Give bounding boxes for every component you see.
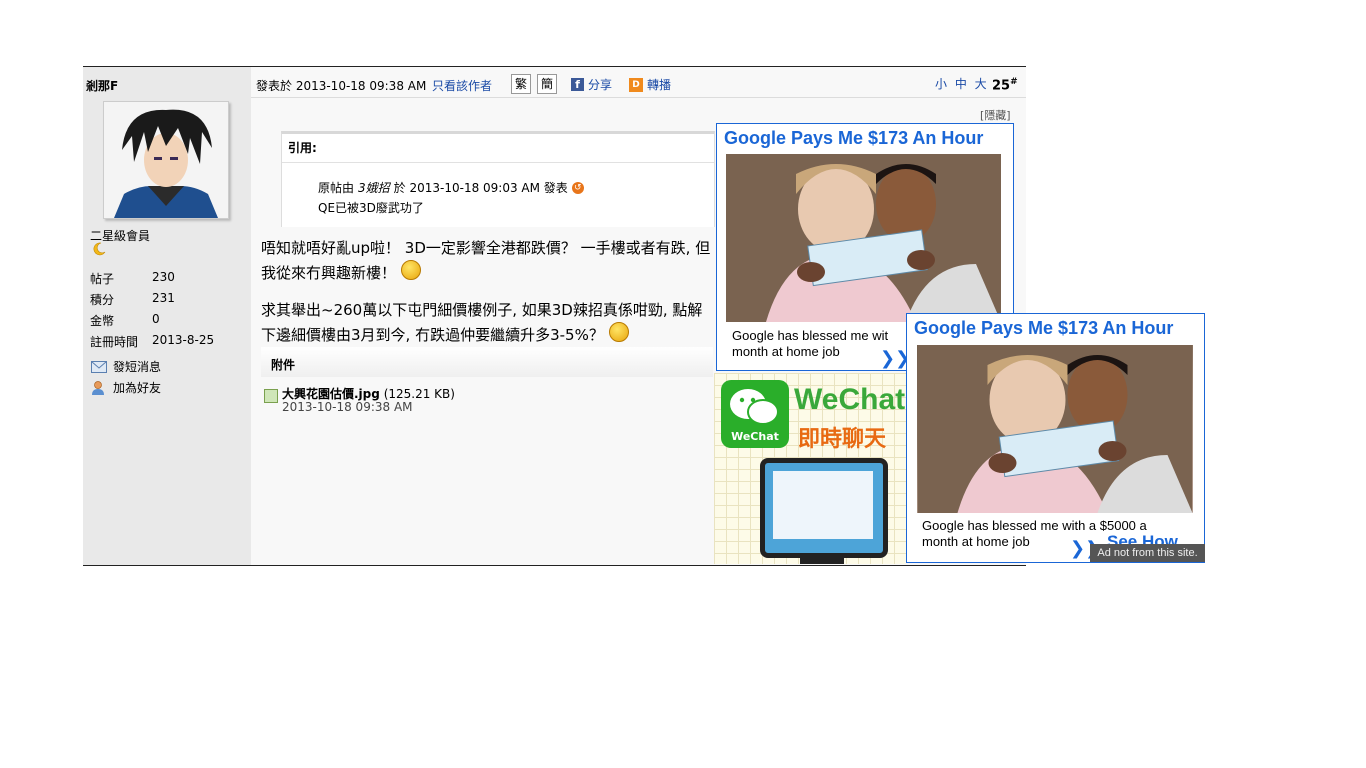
avatar[interactable] — [103, 101, 229, 219]
quote-origin: 原帖由 3娥招 於 2013-10-18 09:03 AM 發表 ↺ — [318, 179, 584, 196]
grin-emoji-icon — [608, 322, 629, 342]
post-info-bar: 發表於 2013-10-18 09:38 AM 只看該作者 繁 簡 f 分享 D… — [251, 67, 1026, 98]
google-ad-2[interactable]: Google Pays Me $173 An Hour Google has b… — [906, 313, 1205, 563]
monitor-screen — [773, 471, 873, 539]
facebook-icon: f — [571, 78, 584, 91]
add-friend-link[interactable]: 加為好友 — [91, 379, 161, 396]
paragraph-text: 求其舉出~260萬以下屯門細價樓例子, 如果3D辣招真係咁勁, 點解下邊細價樓由… — [261, 301, 703, 344]
floor-value: 25 — [992, 78, 1011, 94]
author-stats: 帖子 230 積分 231 金幣 0 註冊時間 2013-8-25 — [90, 270, 214, 354]
ad-photo[interactable] — [726, 154, 1001, 322]
stat-value: 2013-8-25 — [152, 333, 215, 347]
goto-post-icon[interactable]: ↺ — [571, 181, 584, 194]
monitor-icon — [760, 458, 888, 558]
wechat-ad[interactable]: WeChat WeChat 即時聊天 — [714, 373, 906, 564]
attachment-time: 2013-10-18 09:38 AM — [282, 400, 413, 414]
stat-row: 金幣 0 — [90, 312, 214, 333]
stat-value: 230 — [152, 270, 175, 284]
floor-mark: # — [1010, 77, 1018, 87]
quote-block: 引用: 原帖由 3娥招 於 2013-10-18 09:03 AM 發表 ↺ Q… — [281, 131, 715, 227]
traditional-button[interactable]: 繁 — [511, 74, 531, 94]
quote-origin-prefix: 原帖由 — [318, 181, 355, 195]
stat-row: 註冊時間 2013-8-25 — [90, 333, 214, 354]
moon-rank-icon — [93, 242, 106, 256]
attachment-file-size: (125.21 KB) — [383, 387, 455, 401]
stat-label: 帖子 — [90, 272, 115, 286]
post-paragraph-1: 唔知就唔好亂up啦！ 3D一定影響全港都跌價？ 一手樓或者有跌, 但我從來冇興趣… — [261, 236, 716, 285]
simplified-button[interactable]: 簡 — [537, 74, 557, 94]
ad-title[interactable]: Google Pays Me $173 An Hour — [914, 318, 1173, 339]
monitor-stand — [800, 555, 844, 564]
quote-header: 引用: — [282, 134, 714, 163]
ad-body-line1: Google has blessed me wit — [732, 328, 889, 343]
send-pm-label: 發短消息 — [113, 360, 162, 374]
wechat-logo-label: WeChat — [731, 430, 779, 443]
send-pm-link[interactable]: 發短消息 — [91, 358, 161, 375]
stat-label: 金幣 — [90, 314, 115, 328]
floor-number[interactable]: 25# — [992, 77, 1018, 93]
paragraph-text: 唔知就唔好亂up啦！ 3D一定影響全港都跌價？ 一手樓或者有跌, 但我從來冇興趣… — [261, 239, 711, 282]
stat-row: 帖子 230 — [90, 270, 214, 291]
stat-value: 0 — [152, 312, 160, 326]
ad-notice[interactable]: Ad not from this site. — [1090, 544, 1205, 562]
post-paragraph-2: 求其舉出~260萬以下屯門細價樓例子, 如果3D辣招真係咁勁, 點解下邊細價樓由… — [261, 298, 716, 347]
post-time: 發表於 2013-10-18 09:38 AM — [256, 79, 427, 93]
wechat-brand: WeChat — [794, 383, 906, 416]
ad-photo[interactable] — [917, 345, 1193, 513]
quote-origin-time: 於 2013-10-18 09:03 AM 發表 — [393, 181, 568, 195]
quote-origin-user[interactable]: 3娥招 — [358, 179, 390, 196]
forward-icon: D — [629, 77, 643, 92]
ad-body: Google has blessed me wit month at home … — [732, 328, 888, 360]
author-name[interactable]: 剎那F — [86, 77, 118, 94]
wechat-subtitle: 即時聊天 — [798, 427, 887, 452]
share-label: 分享 — [588, 78, 613, 92]
attachment-title: 附件 — [271, 358, 296, 372]
envelope-icon — [91, 360, 107, 373]
forward-label: 轉播 — [647, 78, 672, 92]
shout-emoji-icon — [400, 260, 421, 280]
author-sidebar: 剎那F 二星級會員 帖子 230 積分 231 金幣 0 註冊時間 2013-8… — [83, 67, 251, 565]
font-size-switcher[interactable]: 小 中 大 — [935, 75, 989, 92]
ad-title[interactable]: Google Pays Me $173 An Hour — [724, 128, 983, 149]
forward-link[interactable]: D 轉播 — [629, 76, 671, 93]
stat-value: 231 — [152, 291, 175, 305]
stat-label: 積分 — [90, 293, 115, 307]
only-author-link[interactable]: 只看該作者 — [432, 77, 492, 94]
stat-row: 積分 231 — [90, 291, 214, 312]
quote-text: QE已被3D廢武功了 — [318, 201, 424, 215]
share-link[interactable]: f 分享 — [571, 76, 612, 93]
add-friend-label: 加為好友 — [113, 381, 162, 395]
attachment-bar: 附件 — [261, 347, 713, 377]
image-file-icon — [264, 389, 278, 403]
wechat-logo-icon: WeChat — [721, 380, 789, 448]
attachment-file-name[interactable]: 大興花園估價.jpg — [282, 387, 380, 401]
hide-ad-link[interactable]: [隱藏] — [980, 107, 1011, 123]
stat-label: 註冊時間 — [90, 335, 139, 349]
add-friend-icon — [92, 380, 104, 395]
ad-body-line2: month at home job — [732, 344, 840, 359]
